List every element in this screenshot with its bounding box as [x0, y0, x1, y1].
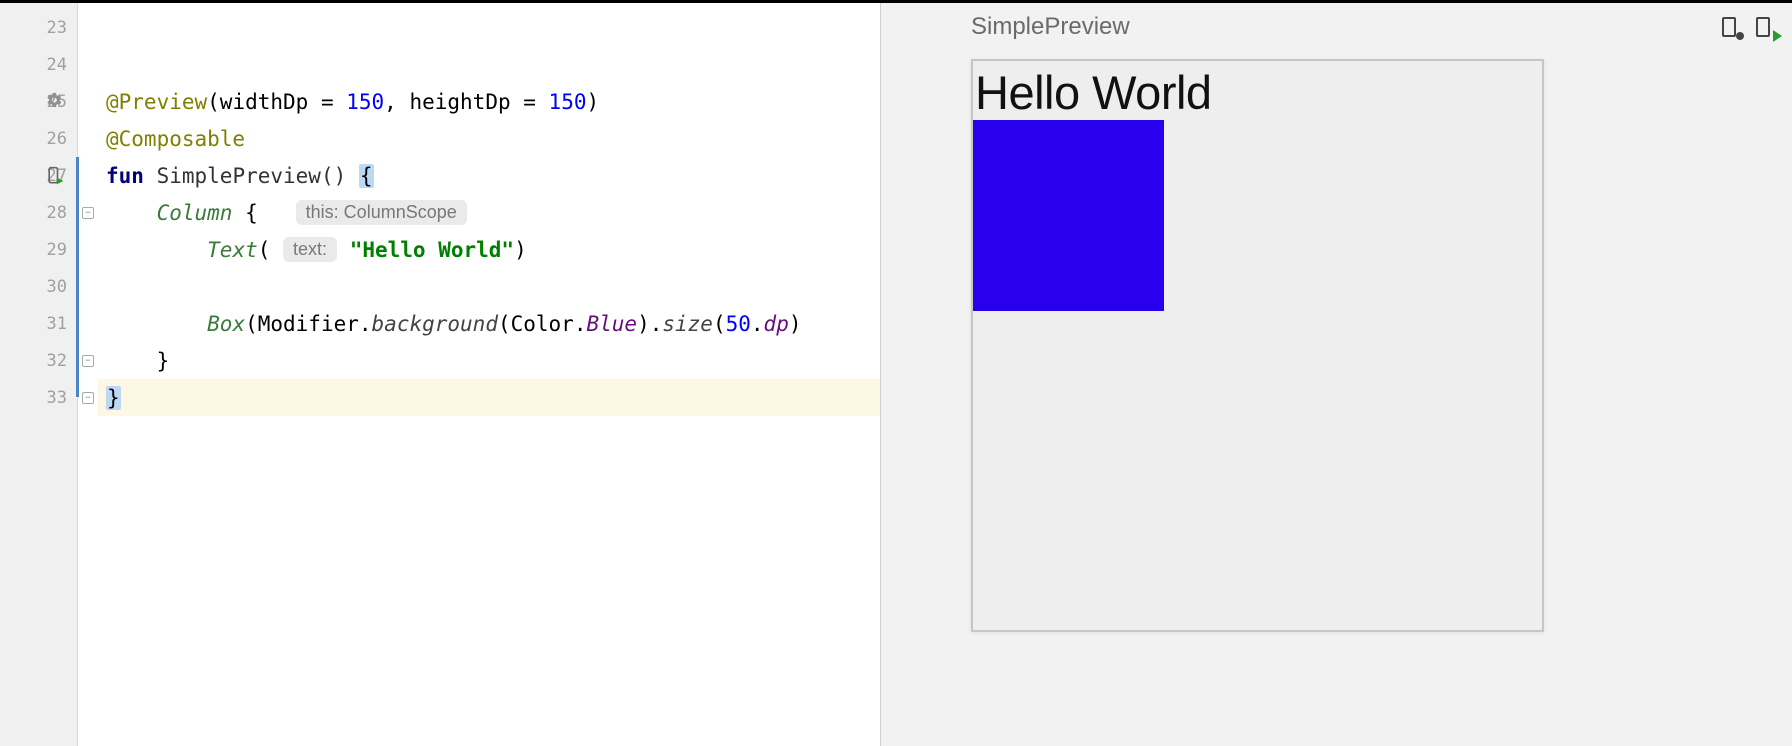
code-line[interactable]: Box(Modifier.background(Color.Blue).size…	[98, 305, 880, 342]
line-number: 30	[47, 277, 67, 297]
code-line[interactable]: @Preview(widthDp = 150, heightDp = 150)	[98, 83, 880, 120]
code-line-current[interactable]: }	[98, 379, 880, 416]
preview-text-hello: Hello World	[973, 61, 1542, 120]
gear-icon[interactable]	[46, 91, 63, 112]
interactive-preview-button[interactable]	[1718, 16, 1740, 38]
preview-blue-box	[973, 120, 1164, 311]
gutter-row[interactable]: 24	[0, 46, 77, 83]
code-line[interactable]	[98, 268, 880, 305]
code-text-area[interactable]: @Preview(widthDp = 150, heightDp = 150) …	[98, 3, 880, 746]
preview-actions	[1718, 16, 1774, 38]
fold-column: − − −	[78, 3, 98, 746]
gutter-row[interactable]: 32	[0, 342, 77, 379]
change-marker	[76, 157, 79, 397]
code-line[interactable]: Column { this: ColumnScope	[98, 194, 880, 231]
inlay-hint: text:	[283, 237, 337, 262]
play-icon	[1773, 30, 1782, 42]
code-line[interactable]: Text( text: "Hello World")	[98, 231, 880, 268]
gutter-row[interactable]: 23	[0, 9, 77, 46]
annotation: @Composable	[106, 127, 245, 151]
gutter-row[interactable]: 29	[0, 231, 77, 268]
line-number: 28	[47, 203, 67, 223]
code-line[interactable]	[98, 9, 880, 46]
fold-handle-icon[interactable]: −	[82, 207, 94, 219]
code-line[interactable]: }	[98, 342, 880, 379]
gutter-row[interactable]: 25	[0, 83, 77, 120]
line-number: 23	[47, 18, 67, 38]
main-split: 23 24 25 26 27 28 29 30 31 32 33	[0, 3, 1792, 746]
gutter-row[interactable]: 27	[0, 157, 77, 194]
fold-handle-icon[interactable]: −	[82, 355, 94, 367]
code-line[interactable]: fun SimplePreview() {	[98, 157, 880, 194]
touch-icon	[1736, 32, 1744, 40]
line-number: 33	[47, 388, 67, 408]
fold-handle-icon[interactable]: −	[82, 392, 94, 404]
inlay-hint: this: ColumnScope	[296, 200, 467, 225]
line-number: 31	[47, 314, 67, 334]
line-number: 29	[47, 240, 67, 260]
gutter-row[interactable]: 33	[0, 379, 77, 416]
compose-preview-pane: SimplePreview Hello World	[880, 3, 1792, 746]
run-preview-gutter-icon[interactable]	[45, 166, 65, 186]
gutter-row[interactable]: 28	[0, 194, 77, 231]
gutter-row[interactable]: 31	[0, 305, 77, 342]
line-number: 26	[47, 129, 67, 149]
line-number: 32	[47, 351, 67, 371]
brace-match: {	[359, 164, 374, 188]
preview-canvas[interactable]: Hello World	[971, 59, 1544, 632]
gutter-row[interactable]: 26	[0, 120, 77, 157]
annotation: @Preview	[106, 90, 207, 114]
gutter-row[interactable]: 30	[0, 268, 77, 305]
deploy-preview-button[interactable]	[1752, 16, 1774, 38]
editor-gutter[interactable]: 23 24 25 26 27 28 29 30 31 32 33	[0, 3, 78, 746]
code-editor-pane: 23 24 25 26 27 28 29 30 31 32 33	[0, 3, 880, 746]
preview-title: SimplePreview	[971, 13, 1130, 41]
preview-header: SimplePreview	[971, 13, 1792, 41]
code-line[interactable]: @Composable	[98, 120, 880, 157]
code-line[interactable]	[98, 46, 880, 83]
line-number: 24	[47, 55, 67, 75]
brace-match: }	[106, 386, 121, 410]
